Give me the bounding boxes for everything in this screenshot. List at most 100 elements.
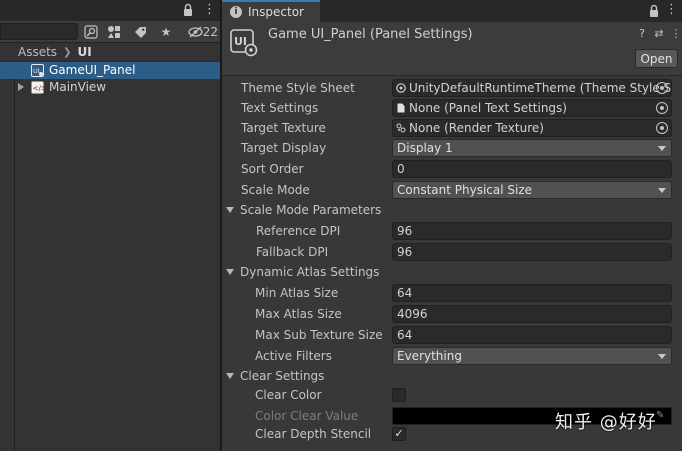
hidden-count: 22 — [202, 25, 218, 39]
foldout-scale-mode-parameters[interactable]: Scale Mode Parameters — [222, 201, 682, 221]
panel-settings-icon: UI — [230, 29, 258, 57]
eye-hidden-icon — [188, 26, 203, 38]
search-input[interactable] — [0, 23, 78, 40]
breadcrumb-assets[interactable]: Assets — [18, 45, 57, 59]
prop-fallback-dpi: Fallback DPI 96 — [222, 243, 682, 263]
prop-max-atlas-size: Max Atlas Size 4096 — [222, 305, 682, 325]
foldout-arrow-icon[interactable] — [226, 207, 234, 213]
asset-tree: UI GameUI_Panel </> MainView — [0, 62, 220, 96]
chevron-down-icon — [658, 354, 666, 359]
active-filters-dropdown[interactable]: Everything — [392, 347, 672, 365]
field-value: UnityDefaultRuntimeTheme (Theme Style S — [409, 81, 672, 95]
clear-depth-stencil-checkbox[interactable]: ✓ — [392, 427, 406, 441]
tree-item-gameui-panel[interactable]: UI GameUI_Panel — [0, 62, 220, 79]
panel-settings-icon: UI — [31, 64, 44, 77]
object-picker-icon[interactable] — [656, 102, 668, 114]
chevron-down-icon — [658, 146, 666, 151]
field-value: Display 1 — [397, 141, 453, 155]
prop-label: Min Atlas Size — [255, 286, 339, 300]
field-value: Constant Physical Size — [397, 183, 533, 197]
lock-icon[interactable] — [181, 3, 195, 17]
fallback-dpi-input[interactable]: 96 — [392, 243, 672, 261]
header-icons: ? ⇄ ⋮ — [636, 27, 682, 40]
prop-sort-order: Sort Order 0 — [222, 160, 682, 180]
label-tag-icon[interactable] — [130, 24, 150, 40]
kebab-menu-icon[interactable]: ⋮ — [665, 3, 678, 17]
project-titlebar: ⋮ — [0, 0, 220, 21]
max-atlas-size-input[interactable]: 4096 — [392, 305, 672, 323]
breadcrumb: Assets ❯ UI — [0, 43, 220, 62]
target-texture-field[interactable]: None (Render Texture) — [392, 119, 672, 137]
target-display-dropdown[interactable]: Display 1 — [392, 139, 672, 157]
project-toolbar: ★ 22 — [0, 21, 220, 43]
prop-label: Clear Color — [255, 388, 322, 402]
tree-item-mainview[interactable]: </> MainView — [0, 79, 220, 96]
object-picker-icon[interactable] — [656, 82, 668, 94]
favorite-star-icon[interactable]: ★ — [156, 24, 176, 40]
svg-text:</>: </> — [33, 85, 45, 93]
prop-label: Color Clear Value — [255, 409, 359, 423]
max-sub-texture-size-input[interactable]: 64 — [392, 326, 672, 344]
help-icon[interactable]: ? — [636, 27, 648, 40]
prop-scale-mode: Scale Mode Constant Physical Size — [222, 181, 682, 201]
kebab-menu-icon[interactable]: ⋮ — [203, 3, 216, 17]
prop-label: Target Texture — [241, 121, 326, 135]
theme-style-sheet-field[interactable]: UnityDefaultRuntimeTheme (Theme Style S — [392, 79, 672, 97]
prop-label: Max Sub Texture Size — [255, 328, 383, 342]
prop-label: Clear Depth Stencil — [255, 427, 372, 441]
prop-label: Active Filters — [255, 349, 332, 363]
foldout-label: Dynamic Atlas Settings — [240, 265, 380, 279]
prop-label: Scale Mode — [241, 183, 310, 197]
chevron-right-icon: ❯ — [63, 46, 72, 58]
object-picker-icon[interactable] — [656, 122, 668, 134]
project-panel: ⋮ ★ 22 Assets ❯ UI UI GameUI_Panel </> M… — [0, 0, 220, 451]
prop-active-filters: Active Filters Everything — [222, 347, 682, 367]
prop-label: Reference DPI — [256, 224, 341, 238]
text-settings-field[interactable]: None (Panel Text Settings) — [392, 99, 672, 117]
prop-target-texture: Target Texture None (Render Texture) — [222, 119, 682, 139]
scale-mode-dropdown[interactable]: Constant Physical Size — [392, 181, 672, 199]
min-atlas-size-input[interactable]: 64 — [392, 284, 672, 302]
prop-theme-style-sheet: Theme Style Sheet UnityDefaultRuntimeThe… — [222, 79, 682, 99]
prop-target-display: Target Display Display 1 — [222, 139, 682, 159]
inspector-tabbar: i Inspector ⋮ — [222, 0, 682, 22]
foldout-label: Scale Mode Parameters — [240, 203, 382, 217]
inspector-header: UI Game UI_Panel (Panel Settings) ? ⇄ ⋮ … — [222, 22, 682, 76]
render-texture-icon — [396, 123, 406, 133]
info-icon: i — [230, 6, 242, 18]
hidden-packages-toggle[interactable]: 22 — [184, 23, 218, 41]
open-button[interactable]: Open — [635, 49, 678, 68]
filter-by-type-icon[interactable] — [104, 24, 124, 40]
prop-min-atlas-size: Min Atlas Size 64 — [222, 284, 682, 304]
eyedropper-icon[interactable]: ✎ — [656, 410, 668, 422]
prop-label: Text Settings — [241, 101, 319, 115]
tree-item-label: MainView — [49, 80, 107, 94]
sort-order-input[interactable]: 0 — [392, 160, 672, 178]
uxml-icon: </> — [31, 81, 44, 94]
clear-color-checkbox[interactable] — [392, 388, 406, 402]
lock-icon[interactable] — [647, 4, 661, 18]
asset-title: Game UI_Panel (Panel Settings) — [268, 27, 473, 42]
search-by-type-icon[interactable] — [81, 24, 101, 40]
prop-reference-dpi: Reference DPI 96 — [222, 222, 682, 242]
field-value: Everything — [397, 349, 462, 363]
tab-label: Inspector — [248, 5, 304, 19]
prop-label: Theme Style Sheet — [241, 81, 355, 95]
foldout-dynamic-atlas-settings[interactable]: Dynamic Atlas Settings — [222, 263, 682, 283]
tab-inspector[interactable]: i Inspector — [222, 0, 320, 22]
inspector-panel: i Inspector ⋮ UI Game UI_Panel (Panel Se… — [222, 0, 682, 451]
watermark-text: 知乎 @好好 — [555, 412, 657, 433]
tree-item-label: GameUI_Panel — [49, 63, 136, 77]
foldout-arrow-icon[interactable] — [226, 373, 234, 379]
foldout-clear-settings[interactable]: Clear Settings — [222, 367, 682, 387]
prop-label: Sort Order — [241, 162, 304, 176]
reference-dpi-input[interactable]: 96 — [392, 222, 672, 240]
preset-sliders-icon[interactable]: ⇄ — [653, 27, 665, 40]
tree-divider — [14, 62, 15, 451]
svg-text:UI: UI — [234, 35, 247, 48]
foldout-arrow-icon[interactable] — [226, 269, 234, 275]
kebab-menu-icon[interactable]: ⋮ — [670, 27, 682, 40]
theme-style-sheet-icon — [396, 83, 406, 93]
breadcrumb-ui[interactable]: UI — [77, 45, 91, 59]
expand-arrow-icon[interactable] — [18, 83, 24, 91]
